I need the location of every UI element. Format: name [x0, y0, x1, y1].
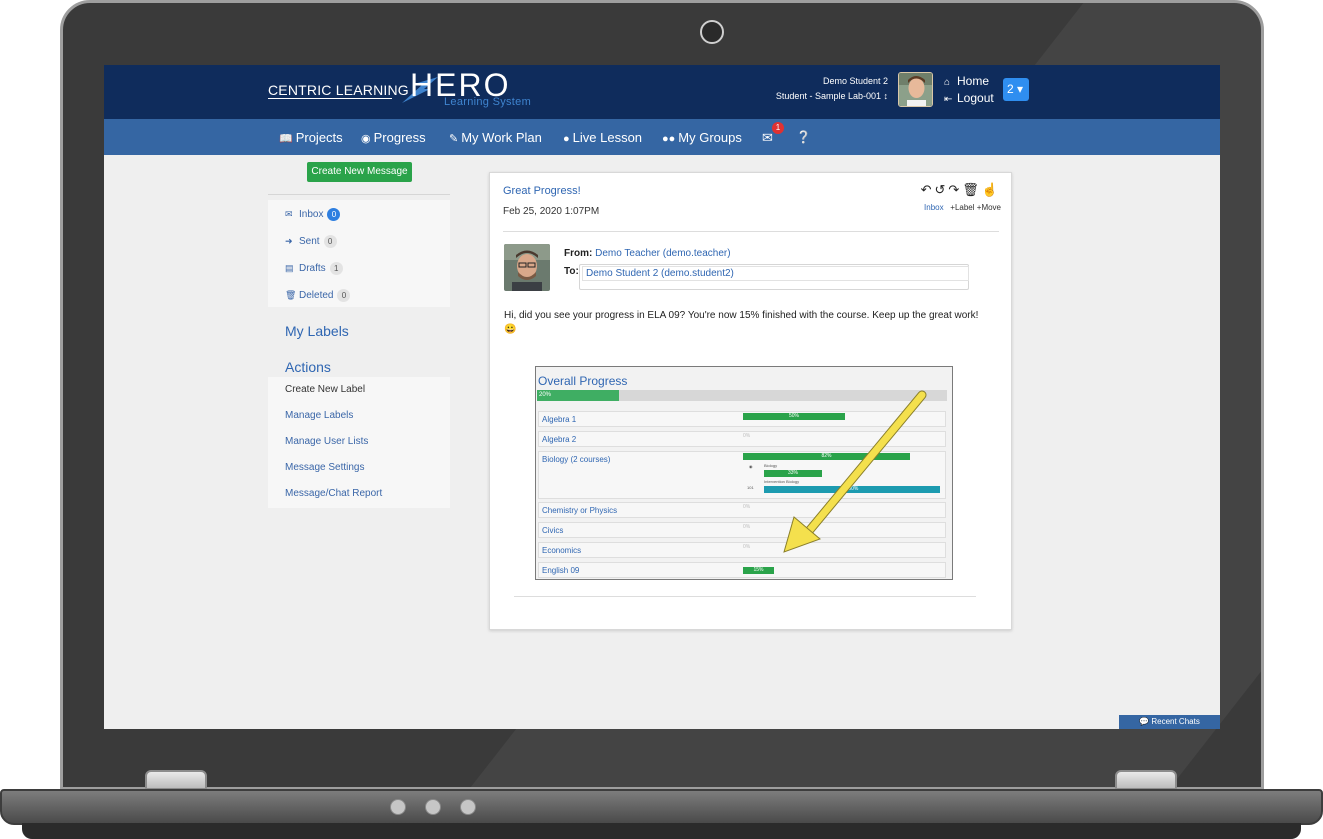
- actions-heading: Actions: [285, 359, 331, 375]
- folder-list: ✉ Inbox 0 ➜ Sent 0 ▤ Drafts 1 🗑 Deleted 0: [268, 200, 450, 307]
- trash-icon[interactable]: 🗑: [962, 182, 982, 197]
- drafts-icon: ▤: [285, 263, 294, 273]
- menu-projects[interactable]: 📖 Projects: [279, 130, 343, 145]
- action-message-chat-report[interactable]: Message/Chat Report: [285, 488, 382, 499]
- inbox-count: 0: [327, 208, 341, 221]
- envelope-icon: ✉: [285, 209, 293, 219]
- base-dot: [425, 799, 441, 815]
- laptop-base-bottom: [22, 823, 1301, 839]
- to-label: To:: [564, 266, 579, 277]
- laptop-base: [0, 789, 1323, 825]
- main-menu: 📖 Projects ◉ Progress ✎ My Work Plan ● Live …: [104, 119, 1220, 155]
- account-dropdown-button[interactable]: 2 ▾: [1003, 78, 1029, 101]
- envelope-icon: ✉: [762, 130, 773, 145]
- message-label-links: Inbox +Label +Move: [924, 203, 1001, 212]
- action-create-new-label[interactable]: Create New Label: [285, 384, 365, 395]
- brand-subtitle: Learning System: [444, 96, 532, 108]
- sign-out-icon: ⇤: [944, 94, 953, 105]
- my-labels-heading: My Labels: [285, 323, 349, 339]
- logout-link[interactable]: ⇤ Logout: [944, 91, 994, 105]
- top-header: CENTRIC LEARNING HERO Learning System De…: [104, 65, 1220, 119]
- grinning-emoji-icon: 😀: [504, 324, 517, 335]
- recipients-box: Demo Student 2 (demo.student2): [579, 264, 969, 290]
- message-body: Hi, did you see your progress in ELA 09?…: [504, 310, 979, 335]
- sent-count: 0: [323, 235, 337, 248]
- message-date: Feb 25, 2020 1:07PM: [503, 206, 600, 217]
- user-name: Demo Student 2: [822, 76, 888, 86]
- footer-divider: [514, 596, 976, 597]
- reply-icon[interactable]: ↶: [921, 182, 935, 197]
- dashboard-icon: ◉: [361, 133, 371, 145]
- forward-icon[interactable]: ↷: [948, 182, 962, 197]
- reply-all-icon[interactable]: ↺: [934, 182, 948, 197]
- sender-avatar: [504, 244, 550, 291]
- actions-list: Create New Label Manage Labels Manage Us…: [268, 377, 450, 508]
- sender-link[interactable]: Demo Teacher (demo.teacher): [595, 248, 730, 259]
- microphone-icon: ●: [563, 133, 570, 145]
- action-manage-user-lists[interactable]: Manage User Lists: [285, 436, 368, 447]
- avatar[interactable]: [898, 72, 933, 107]
- from-line: From: Demo Teacher (demo.teacher): [564, 248, 731, 259]
- folder-inbox[interactable]: ✉ Inbox 0: [285, 208, 341, 221]
- recent-chats-button[interactable]: 💬 Recent Chats: [1119, 715, 1220, 729]
- pencil-icon: ✎: [449, 133, 459, 145]
- header-divider: [503, 231, 999, 232]
- progress-screenshot: Overall Progress 20% Algebra 1 50% Algeb…: [535, 366, 953, 580]
- folder-sent[interactable]: ➜ Sent 0: [285, 235, 337, 248]
- sidebar-divider: [268, 194, 450, 195]
- chat-icon: 💬: [1139, 717, 1150, 726]
- base-dot: [390, 799, 406, 815]
- menu-live-lesson[interactable]: ● Live Lesson: [563, 130, 642, 145]
- arrow-circle-right-icon: ➜: [285, 236, 293, 246]
- question-circle-icon[interactable]: ❔: [796, 130, 811, 144]
- folder-drafts[interactable]: ▤ Drafts 1: [285, 262, 343, 275]
- home-link[interactable]: ⌂ Home: [944, 74, 989, 88]
- folder-inbox-link[interactable]: Inbox: [924, 203, 944, 212]
- menu-messages[interactable]: ✉: [762, 130, 773, 146]
- message-toolbar: ↶↺↷🗑☝: [921, 182, 1001, 198]
- deleted-count: 0: [337, 289, 351, 302]
- move-link[interactable]: +Move: [977, 203, 1001, 212]
- base-dot: [460, 799, 476, 815]
- book-icon: 📖: [279, 133, 293, 145]
- create-new-message-button[interactable]: Create New Message: [307, 162, 412, 182]
- brand-underline: [268, 98, 392, 99]
- users-icon: ●●: [662, 133, 676, 145]
- brand-centric-learning[interactable]: CENTRIC LEARNING: [268, 82, 409, 98]
- menu-progress[interactable]: ◉ Progress: [361, 130, 426, 145]
- thumbs-up-icon[interactable]: ☝: [982, 182, 1001, 197]
- menu-my-groups[interactable]: ●● My Groups: [662, 130, 742, 145]
- laptop-frame: CENTRIC LEARNING HERO Learning System De…: [0, 0, 1323, 839]
- hinge-right: [1115, 770, 1177, 790]
- webcam-icon: [700, 20, 724, 44]
- drafts-count: 1: [329, 262, 343, 275]
- user-role-selector[interactable]: Student - Sample Lab-001 ↕: [704, 91, 888, 101]
- message-subject: Great Progress!: [503, 185, 581, 197]
- add-label-link[interactable]: +Label: [950, 203, 974, 212]
- message-card: Great Progress! Feb 25, 2020 1:07PM ↶↺↷🗑…: [489, 172, 1012, 630]
- trash-icon: 🗑: [285, 290, 297, 300]
- screen: CENTRIC LEARNING HERO Learning System De…: [104, 65, 1220, 729]
- menu-my-work-plan[interactable]: ✎ My Work Plan: [449, 130, 542, 145]
- home-icon: ⌂: [944, 77, 951, 88]
- folder-deleted[interactable]: 🗑 Deleted 0: [285, 289, 351, 302]
- recipient-link[interactable]: Demo Student 2 (demo.student2): [582, 266, 969, 281]
- action-manage-labels[interactable]: Manage Labels: [285, 410, 353, 421]
- yellow-arrow-icon: [783, 390, 927, 553]
- mail-count-badge: 1: [772, 122, 784, 134]
- action-message-settings[interactable]: Message Settings: [285, 462, 365, 473]
- hinge-left: [145, 770, 207, 790]
